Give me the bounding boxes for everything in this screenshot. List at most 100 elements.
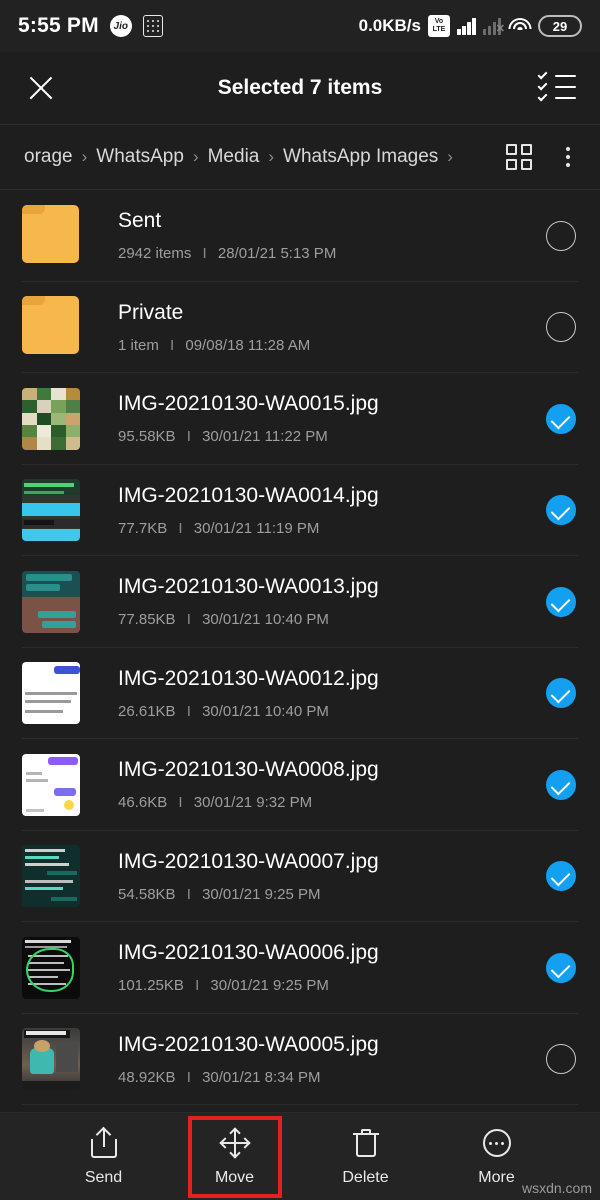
breadcrumb-item-storage[interactable]: orage: [24, 146, 73, 168]
signal-bars-sim1-icon: [457, 17, 476, 35]
close-icon[interactable]: [24, 71, 58, 105]
row-meta: Private 1 item I 09/08/18 11:28 AM: [80, 301, 546, 354]
file-thumbnail: [22, 1028, 80, 1091]
meta-separator: I: [195, 977, 200, 995]
file-details: 48.92KB I 30/01/21 8:34 PM: [118, 1069, 546, 1086]
page-title: Selected 7 items: [217, 76, 383, 99]
file-thumbnail: [22, 479, 80, 542]
breadcrumb-item-media[interactable]: Media: [208, 146, 260, 168]
row-checkbox[interactable]: [546, 678, 576, 709]
meta-separator: I: [178, 519, 183, 537]
wifi-icon: [508, 17, 531, 35]
file-date: 30/01/21 8:34 PM: [202, 1068, 321, 1086]
file-name: Sent: [118, 209, 162, 233]
file-details: 1 item I 09/08/18 11:28 AM: [118, 337, 546, 354]
delete-label: Delete: [342, 1168, 389, 1186]
table-row[interactable]: IMG-20210130-WA0006.jpg 101.25KB I 30/01…: [0, 922, 600, 1014]
table-row[interactable]: IMG-20210130-WA0013.jpg 77.85KB I 30/01/…: [0, 556, 600, 648]
file-date: 30/01/21 9:25 PM: [210, 977, 329, 995]
file-size: 101.25KB: [118, 977, 184, 995]
file-name: IMG-20210130-WA0012.jpg: [118, 666, 379, 690]
file-details: 2942 items I 28/01/21 5:13 PM: [118, 245, 546, 262]
move-button[interactable]: Move: [187, 1115, 282, 1198]
meta-separator: I: [170, 336, 175, 354]
battery-indicator: 29: [538, 15, 582, 37]
row-meta: IMG-20210130-WA0007.jpg 54.58KB I 30/01/…: [80, 850, 546, 903]
file-name: IMG-20210130-WA0014.jpg: [118, 483, 379, 507]
volte-top-text: Vo: [434, 18, 444, 25]
row-checkbox[interactable]: [546, 220, 576, 251]
breadcrumb-separator-trailing: ›: [447, 147, 453, 166]
meta-separator: I: [186, 1068, 191, 1086]
status-time: 5:55 PM: [18, 14, 99, 37]
row-meta: IMG-20210130-WA0005.jpg 48.92KB I 30/01/…: [80, 1033, 546, 1086]
share-icon: [88, 1126, 120, 1159]
meta-separator: I: [202, 245, 207, 263]
select-all-icon[interactable]: [537, 69, 576, 103]
file-name: IMG-20210130-WA0005.jpg: [118, 1032, 379, 1056]
file-date: 30/01/21 11:19 PM: [193, 519, 320, 537]
file-size: 48.92KB: [118, 1068, 176, 1086]
row-checkbox[interactable]: [546, 586, 576, 617]
selection-app-bar: Selected 7 items: [0, 52, 600, 124]
breadcrumb-item-whatsapp[interactable]: WhatsApp: [96, 146, 184, 168]
file-name: IMG-20210130-WA0015.jpg: [118, 392, 379, 416]
table-row[interactable]: Sent 2942 items I 28/01/21 5:13 PM: [0, 190, 600, 282]
trash-icon: [350, 1127, 382, 1159]
file-details: 101.25KB I 30/01/21 9:25 PM: [118, 977, 546, 994]
row-checkbox[interactable]: [546, 861, 576, 892]
file-date: 30/01/21 9:32 PM: [193, 794, 313, 812]
more-circle-icon: [481, 1127, 513, 1159]
breadcrumb-separator: ›: [81, 147, 88, 166]
row-checkbox[interactable]: [546, 1044, 576, 1075]
file-date: 30/01/21 10:40 PM: [202, 611, 329, 629]
file-date: 09/08/18 11:28 AM: [185, 336, 311, 354]
table-row[interactable]: IMG-20210130-WA0007.jpg 54.58KB I 30/01/…: [0, 831, 600, 922]
send-button[interactable]: Send: [61, 1120, 147, 1194]
file-size: 26.61KB: [118, 702, 176, 720]
file-details: 54.58KB I 30/01/21 9:25 PM: [118, 886, 546, 903]
file-date: 28/01/21 5:13 PM: [217, 245, 337, 263]
breadcrumb: orage › WhatsApp › Media › WhatsApp Imag…: [0, 125, 600, 189]
file-name: IMG-20210130-WA0013.jpg: [118, 575, 379, 599]
table-row[interactable]: Private 1 item I 09/08/18 11:28 AM: [0, 282, 600, 373]
row-checkbox[interactable]: [546, 403, 576, 434]
file-thumbnail: [22, 570, 80, 633]
file-name: IMG-20210130-WA0008.jpg: [118, 758, 379, 782]
delete-button[interactable]: Delete: [323, 1120, 409, 1194]
file-details: 95.58KB I 30/01/21 11:22 PM: [118, 428, 546, 445]
file-thumbnail: [22, 387, 80, 450]
table-row[interactable]: IMG-20210130-WA0005.jpg 48.92KB I 30/01/…: [0, 1014, 600, 1105]
breadcrumb-item-whatsapp-images[interactable]: WhatsApp Images: [283, 146, 438, 168]
file-manager-screen: 5:55 PM Jio 0.0KB/s Vo LTE ✕ 29 Selected…: [0, 0, 600, 1200]
file-size: 77.85KB: [118, 611, 176, 629]
jio-logo-icon: Jio: [109, 15, 132, 37]
move-arrows-icon: [218, 1126, 251, 1159]
table-row[interactable]: IMG-20210130-WA0012.jpg 26.61KB I 30/01/…: [0, 648, 600, 739]
file-thumbnail: [22, 662, 80, 725]
file-date: 30/01/21 10:40 PM: [202, 702, 329, 720]
send-label: Send: [84, 1168, 123, 1186]
row-checkbox[interactable]: [546, 769, 576, 800]
kebab-menu-icon[interactable]: [554, 147, 582, 167]
row-checkbox[interactable]: [546, 495, 576, 526]
file-thumbnail: [22, 936, 80, 999]
file-name: IMG-20210130-WA0006.jpg: [118, 941, 379, 965]
file-size: 46.6KB: [118, 794, 168, 812]
table-row[interactable]: IMG-20210130-WA0014.jpg 77.7KB I 30/01/2…: [0, 465, 600, 556]
grid-view-icon[interactable]: [506, 144, 532, 170]
file-date: 30/01/21 9:25 PM: [202, 885, 321, 903]
no-sim-x-icon: ✕: [495, 23, 505, 35]
row-checkbox[interactable]: [546, 312, 576, 343]
file-date: 30/01/21 11:22 PM: [202, 428, 328, 446]
row-checkbox[interactable]: [546, 952, 576, 983]
file-size: 95.58KB: [118, 428, 176, 446]
table-row[interactable]: IMG-20210130-WA0008.jpg 46.6KB I 30/01/2…: [0, 739, 600, 831]
signal-bars-sim2-icon: ✕: [482, 17, 505, 35]
row-meta: IMG-20210130-WA0012.jpg 26.61KB I 30/01/…: [80, 667, 546, 720]
table-row[interactable]: IMG-20210130-WA0015.jpg 95.58KB I 30/01/…: [0, 373, 600, 465]
row-meta: IMG-20210130-WA0008.jpg 46.6KB I 30/01/2…: [80, 758, 546, 811]
file-details: 46.6KB I 30/01/21 9:32 PM: [118, 794, 546, 811]
network-speed: 0.0KB/s: [358, 16, 421, 35]
folder-icon: [22, 296, 80, 358]
